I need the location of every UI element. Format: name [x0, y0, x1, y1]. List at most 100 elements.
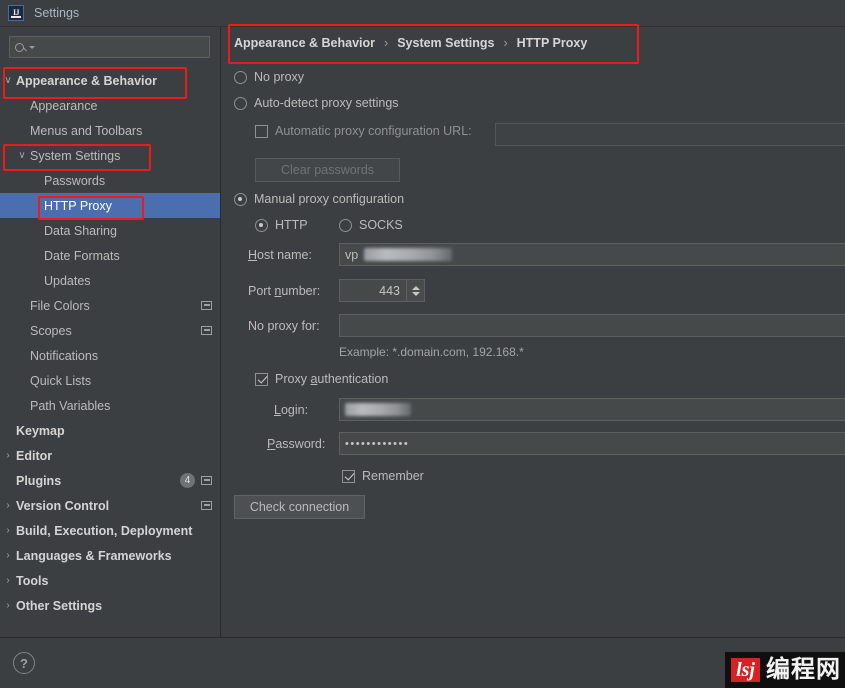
sidebar-item-path-variables[interactable]: Path Variables	[0, 393, 220, 418]
settings-sidebar: ∨ Appearance & Behavior Appearance Menus an…	[0, 27, 221, 637]
example-hint: Example: *.domain.com, 192.168.*	[339, 345, 524, 359]
window-title: Settings	[34, 6, 80, 20]
no-proxy-option[interactable]: No proxy	[234, 70, 304, 84]
stepper-up-icon[interactable]	[411, 285, 420, 290]
check-connection-button[interactable]: Check connection	[234, 495, 365, 519]
manual-proxy-option[interactable]: Manual proxy configuration	[234, 192, 404, 206]
sidebar-item-label: Editor	[16, 448, 53, 463]
settings-panel-icon[interactable]	[201, 326, 212, 335]
sidebar-item-label: Passwords	[44, 173, 106, 188]
sidebar-item-label: Path Variables	[30, 398, 111, 413]
sidebar-item-languages-frameworks[interactable]: › Languages & Frameworks	[0, 543, 220, 568]
chevron-right-icon[interactable]: ›	[2, 600, 14, 611]
login-label: Login:	[274, 403, 309, 417]
settings-panel-icon[interactable]	[201, 301, 212, 310]
no-proxy-for-label: No proxy for:	[248, 319, 320, 333]
remember-checkbox[interactable]	[342, 469, 355, 483]
auto-config-url-checkbox[interactable]	[255, 124, 268, 138]
proxy-authentication-label: Proxy authentication	[275, 372, 389, 386]
sidebar-item-label: Keymap	[16, 423, 65, 438]
host-name-input[interactable]: vp	[339, 243, 845, 266]
password-label: Password:	[267, 437, 326, 451]
sidebar-item-date-formats[interactable]: Date Formats	[0, 243, 220, 268]
chevron-right-icon[interactable]: ›	[2, 550, 14, 561]
sidebar-item-quick-lists[interactable]: Quick Lists	[0, 368, 220, 393]
watermark-text: 编程网	[766, 656, 841, 683]
host-name-value: vp	[345, 247, 359, 262]
sidebar-item-version-control[interactable]: › Version Control	[0, 493, 220, 518]
breadcrumb-separator: ›	[384, 36, 389, 50]
port-stepper-arrows[interactable]	[406, 280, 424, 301]
manual-proxy-radio[interactable]	[234, 192, 247, 206]
search-box[interactable]	[9, 36, 210, 58]
sidebar-item-label: File Colors	[30, 298, 90, 313]
sidebar-item-appearance[interactable]: Appearance	[0, 93, 220, 118]
no-proxy-for-input[interactable]	[339, 314, 845, 337]
sidebar-item-editor[interactable]: › Editor	[0, 443, 220, 468]
intellij-idea-icon: IJ	[8, 5, 24, 21]
auto-detect-label: Auto-detect proxy settings	[254, 96, 399, 110]
protocol-http-radio[interactable]	[255, 218, 268, 232]
chevron-right-icon[interactable]: ›	[2, 450, 14, 461]
sidebar-item-build-execution-deployment[interactable]: › Build, Execution, Deployment	[0, 518, 220, 543]
sidebar-item-data-sharing[interactable]: Data Sharing	[0, 218, 220, 243]
protocol-http-option[interactable]: HTTP	[255, 218, 308, 232]
config-icon-wrap	[201, 501, 212, 510]
host-name-label: Host name:	[248, 248, 312, 262]
sidebar-item-label: Build, Execution, Deployment	[16, 523, 193, 538]
sidebar-item-keymap[interactable]: Keymap	[0, 418, 220, 443]
breadcrumb-item-1[interactable]: System Settings	[397, 36, 494, 50]
title-bar: IJ Settings	[0, 0, 845, 27]
sidebar-item-system-settings[interactable]: ∨ System Settings	[0, 143, 220, 168]
breadcrumb-item-0[interactable]: Appearance & Behavior	[234, 36, 375, 50]
sidebar-item-menus-and-toolbars[interactable]: Menus and Toolbars	[0, 118, 220, 143]
sidebar-item-updates[interactable]: Updates	[0, 268, 220, 293]
chevron-right-icon[interactable]: ›	[2, 525, 14, 536]
chevron-down-icon[interactable]: ∨	[16, 150, 28, 161]
auto-config-url-option[interactable]: Automatic proxy configuration URL:	[255, 124, 472, 138]
login-input[interactable]	[339, 398, 845, 421]
sidebar-item-appearance-behavior[interactable]: ∨ Appearance & Behavior	[0, 68, 220, 93]
sidebar-item-notifications[interactable]: Notifications	[0, 343, 220, 368]
sidebar-item-label: Notifications	[30, 348, 99, 363]
port-number-stepper[interactable]: 443	[339, 279, 425, 302]
sidebar-item-plugins[interactable]: Plugins 4	[0, 468, 220, 493]
settings-dialog: IJ Settings ∨ Appearance & Behavior Appear…	[0, 0, 845, 688]
chevron-down-icon[interactable]: ∨	[2, 75, 14, 86]
settings-panel-icon[interactable]	[201, 501, 212, 510]
proxy-authentication-option[interactable]: Proxy authentication	[255, 372, 388, 386]
protocol-http-label: HTTP	[275, 218, 308, 232]
remember-option[interactable]: Remember	[342, 469, 424, 483]
sidebar-item-tools[interactable]: › Tools	[0, 568, 220, 593]
host-name-label-rest: ost name:	[257, 248, 312, 262]
watermark: lsj 编程网	[725, 652, 845, 688]
settings-panel-icon[interactable]	[201, 476, 212, 485]
search-input[interactable]	[35, 39, 209, 55]
clear-passwords-label: Clear passwords	[280, 163, 375, 177]
sidebar-item-badge: 4	[180, 473, 195, 488]
breadcrumb-item-2[interactable]: HTTP Proxy	[517, 36, 588, 50]
clear-passwords-button[interactable]: Clear passwords	[255, 158, 400, 182]
auto-detect-radio[interactable]	[234, 96, 247, 110]
sidebar-item-other-settings[interactable]: › Other Settings	[0, 593, 220, 618]
auto-config-url-input[interactable]	[495, 123, 845, 146]
proxy-authentication-checkbox[interactable]	[255, 372, 268, 386]
no-proxy-radio[interactable]	[234, 70, 247, 84]
password-input[interactable]: ••••••••••••	[339, 432, 845, 455]
auto-detect-option[interactable]: Auto-detect proxy settings	[234, 96, 399, 110]
protocol-socks-radio[interactable]	[339, 218, 352, 232]
sidebar-item-http-proxy[interactable]: HTTP Proxy	[0, 193, 220, 218]
help-icon[interactable]: ?	[13, 652, 35, 674]
config-icon-wrap	[201, 476, 212, 485]
sidebar-item-passwords[interactable]: Passwords	[0, 168, 220, 193]
host-name-redaction	[364, 248, 453, 261]
sidebar-item-file-colors[interactable]: File Colors	[0, 293, 220, 318]
sidebar-item-label: Languages & Frameworks	[16, 548, 172, 563]
sidebar-item-scopes[interactable]: Scopes	[0, 318, 220, 343]
chevron-right-icon[interactable]: ›	[2, 575, 14, 586]
protocol-socks-option[interactable]: SOCKS	[339, 218, 403, 232]
chevron-right-icon[interactable]: ›	[2, 500, 14, 511]
stepper-down-icon[interactable]	[411, 291, 420, 296]
remember-label: Remember	[362, 469, 424, 483]
sidebar-item-label: Data Sharing	[44, 223, 117, 238]
